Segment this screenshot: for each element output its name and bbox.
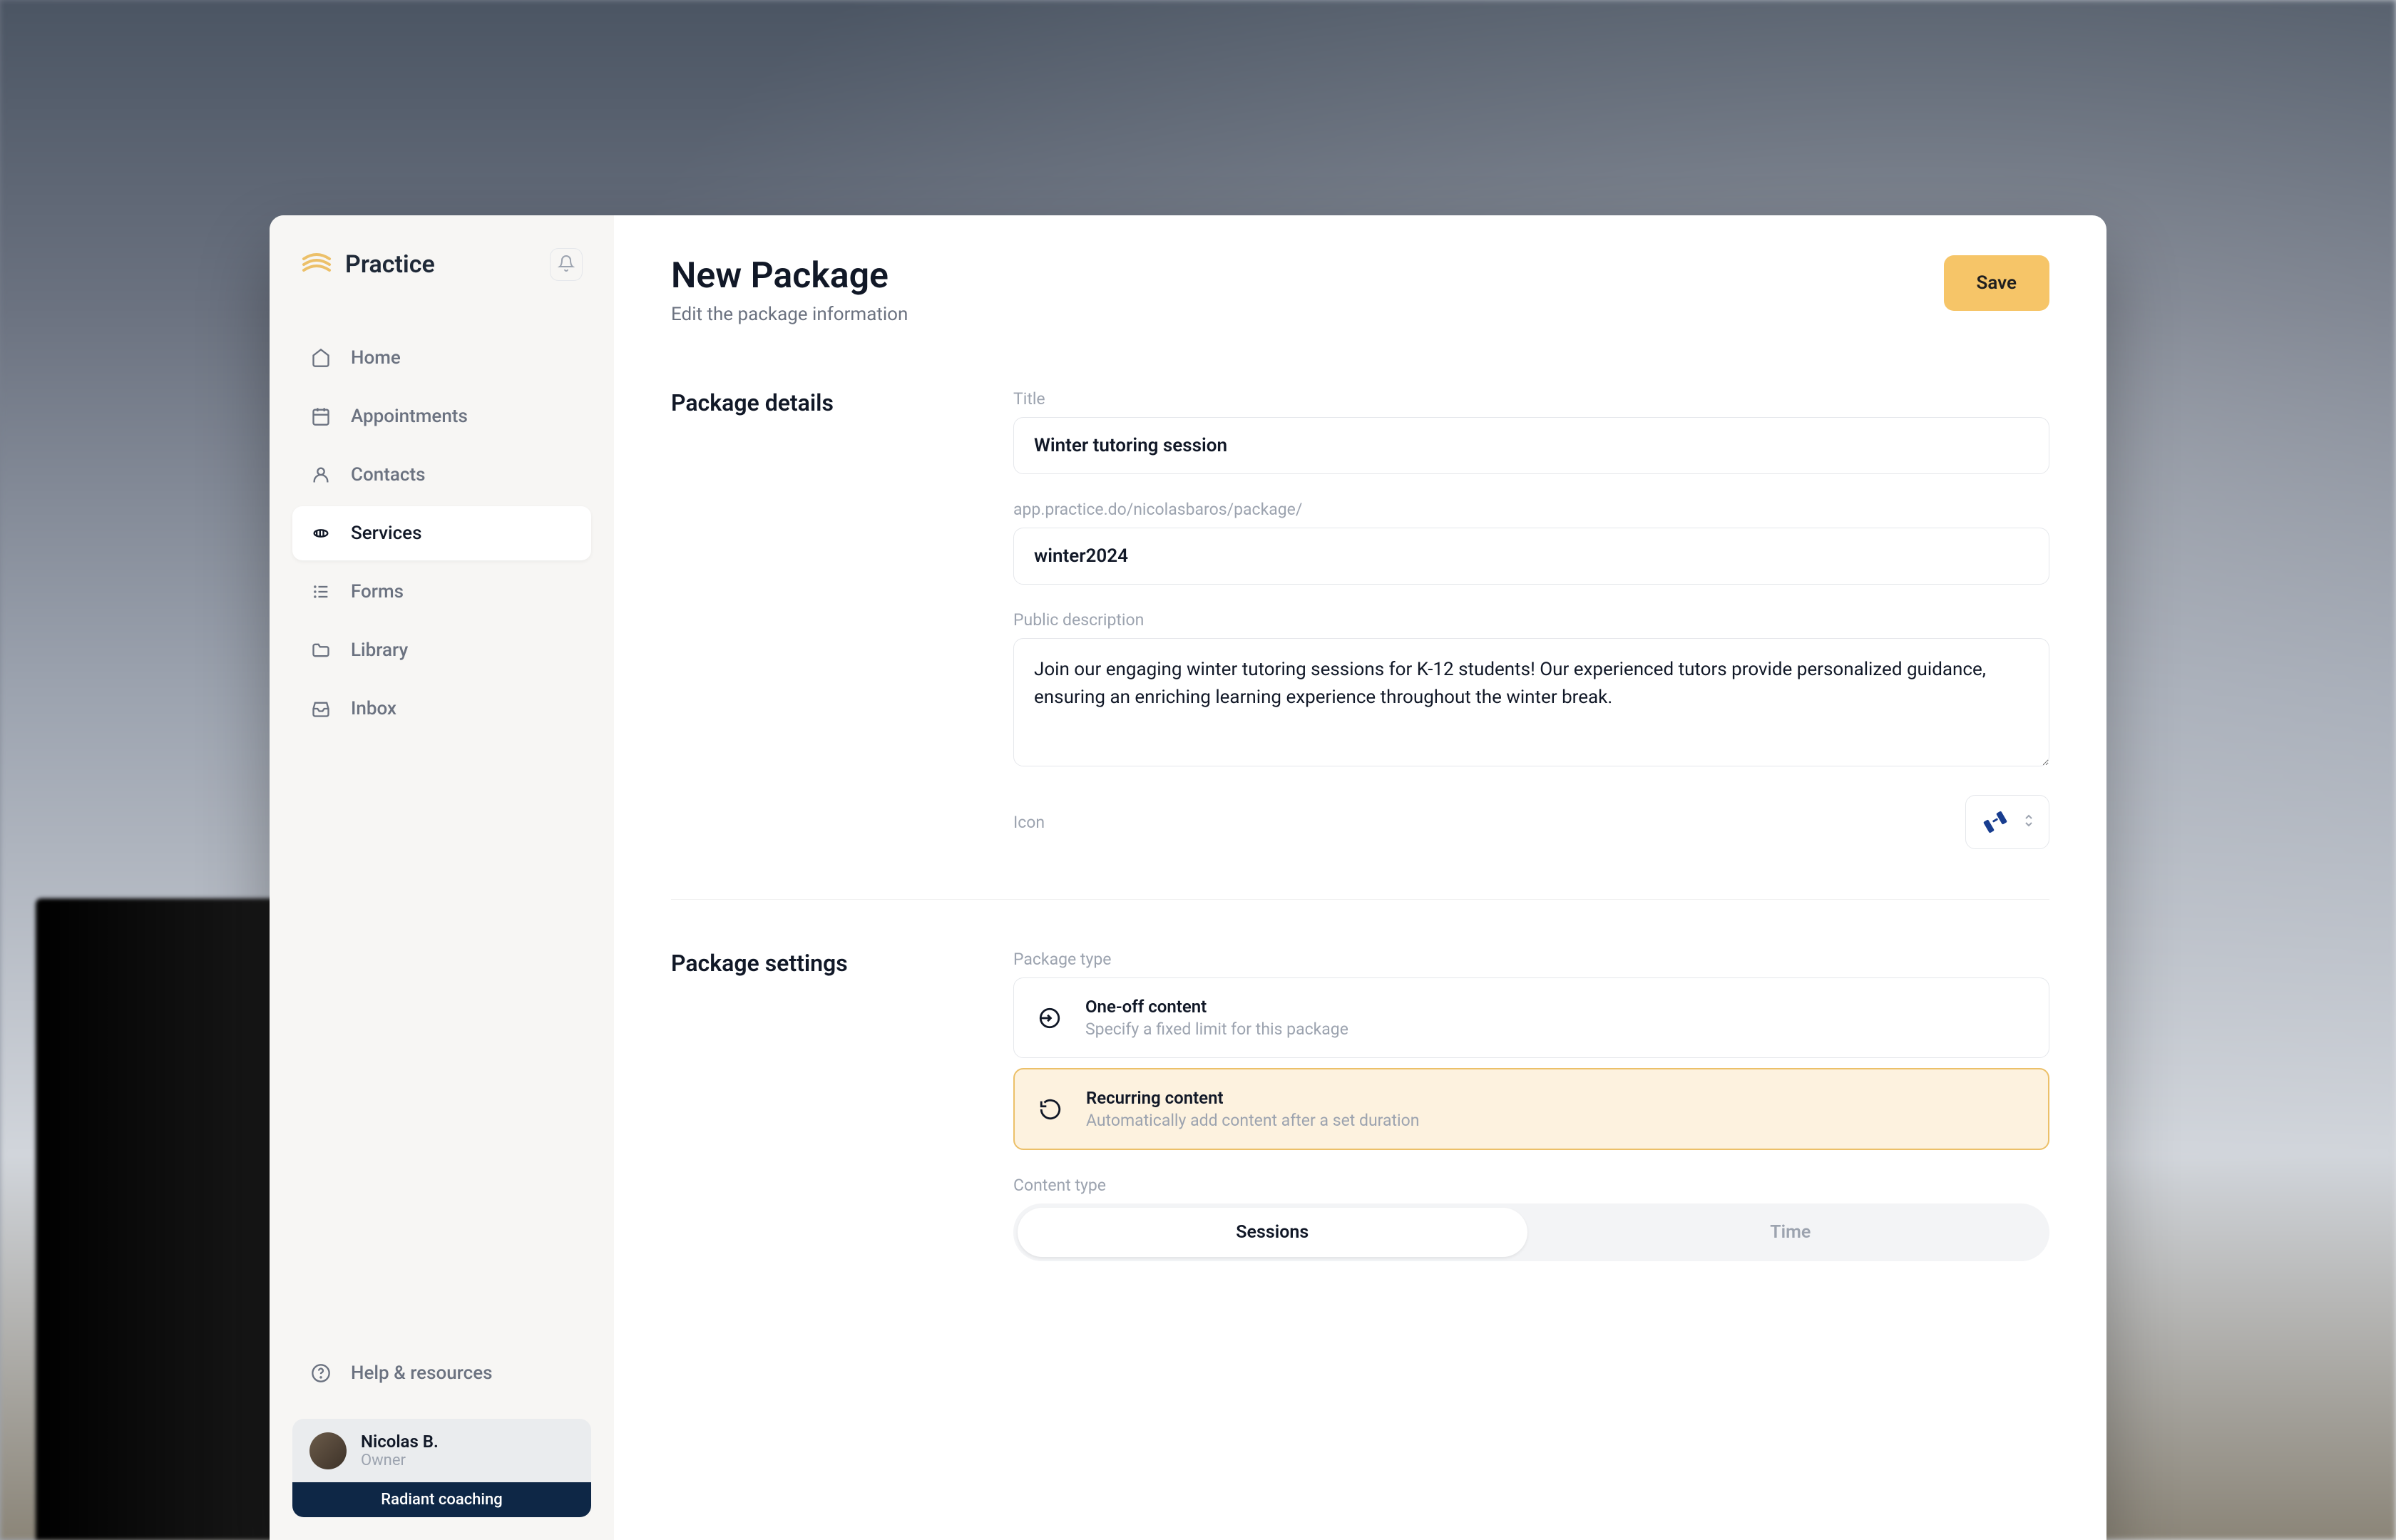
- list-icon: [309, 580, 332, 603]
- main-content: New Package Edit the package information…: [614, 215, 2106, 1540]
- help-icon: [309, 1362, 332, 1385]
- description-textarea[interactable]: Join our engaging winter tutoring sessio…: [1013, 638, 2049, 766]
- sidebar-item-label: Inbox: [351, 698, 396, 719]
- icon-label: Icon: [1013, 813, 1045, 832]
- home-icon: [309, 346, 332, 369]
- content-type-label: Content type: [1013, 1176, 2049, 1195]
- sidebar-item-forms[interactable]: Forms: [292, 565, 591, 619]
- user-name: Nicolas B.: [361, 1432, 439, 1452]
- sidebar-item-inbox[interactable]: Inbox: [292, 682, 591, 736]
- sidebar: Practice Home Appointments Contacts: [270, 215, 614, 1540]
- segment-sessions[interactable]: Sessions: [1018, 1208, 1527, 1257]
- section-title-details: Package details: [671, 389, 956, 849]
- title-input[interactable]: [1013, 417, 2049, 474]
- option-recurring-desc: Automatically add content after a set du…: [1086, 1111, 1419, 1130]
- recurring-icon: [1036, 1095, 1065, 1124]
- sidebar-item-appointments[interactable]: Appointments: [292, 389, 591, 443]
- sidebar-item-help[interactable]: Help & resources: [292, 1346, 591, 1400]
- option-oneoff[interactable]: One-off content Specify a fixed limit fo…: [1013, 977, 2049, 1058]
- help-label: Help & resources: [351, 1362, 493, 1384]
- sidebar-item-library[interactable]: Library: [292, 623, 591, 677]
- sidebar-item-label: Home: [351, 347, 401, 369]
- package-icon-preview: [1980, 807, 2010, 837]
- sidebar-item-services[interactable]: Services: [292, 506, 591, 560]
- option-oneoff-desc: Specify a fixed limit for this package: [1085, 1020, 1348, 1039]
- nav: Home Appointments Contacts Services Form…: [292, 331, 591, 736]
- user-card[interactable]: Nicolas B. Owner Radiant coaching: [292, 1419, 591, 1517]
- icon-picker[interactable]: [1965, 795, 2049, 849]
- sidebar-item-label: Library: [351, 640, 408, 661]
- sidebar-item-contacts[interactable]: Contacts: [292, 448, 591, 502]
- url-prefix-label: app.practice.do/nicolasbaros/package/: [1013, 500, 2049, 519]
- title-label: Title: [1013, 389, 2049, 409]
- package-type-label: Package type: [1013, 950, 2049, 969]
- bell-icon: [558, 255, 575, 274]
- sidebar-item-label: Contacts: [351, 464, 425, 486]
- brand-name: Practice: [345, 250, 435, 279]
- avatar: [309, 1432, 347, 1469]
- description-label: Public description: [1013, 610, 2049, 630]
- user-role: Owner: [361, 1452, 439, 1469]
- company-name: Radiant coaching: [292, 1482, 591, 1517]
- slug-input[interactable]: [1013, 528, 2049, 585]
- save-button[interactable]: Save: [1944, 255, 2050, 311]
- segment-time[interactable]: Time: [1536, 1208, 2046, 1257]
- sidebar-item-home[interactable]: Home: [292, 331, 591, 385]
- calendar-icon: [309, 405, 332, 428]
- inbox-icon: [309, 697, 332, 720]
- brand[interactable]: Practice: [301, 249, 435, 280]
- sidebar-item-label: Services: [351, 523, 422, 544]
- folder-icon: [309, 639, 332, 662]
- app-window: Practice Home Appointments Contacts: [270, 215, 2106, 1540]
- section-title-settings: Package settings: [671, 950, 956, 1261]
- notifications-button[interactable]: [550, 248, 583, 281]
- page-subtitle: Edit the package information: [671, 304, 908, 325]
- content-type-segmented: Sessions Time: [1013, 1203, 2049, 1261]
- option-recurring[interactable]: Recurring content Automatically add cont…: [1013, 1068, 2049, 1150]
- services-icon: [309, 522, 332, 545]
- enter-icon: [1035, 1004, 1064, 1032]
- option-oneoff-title: One-off content: [1085, 997, 1348, 1017]
- page-title: New Package: [671, 255, 908, 297]
- sidebar-item-label: Appointments: [351, 406, 468, 427]
- user-icon: [309, 463, 332, 486]
- option-recurring-title: Recurring content: [1086, 1088, 1419, 1108]
- chevron-updown-icon: [2023, 812, 2034, 832]
- sidebar-item-label: Forms: [351, 581, 404, 602]
- brand-logo-icon: [301, 249, 332, 280]
